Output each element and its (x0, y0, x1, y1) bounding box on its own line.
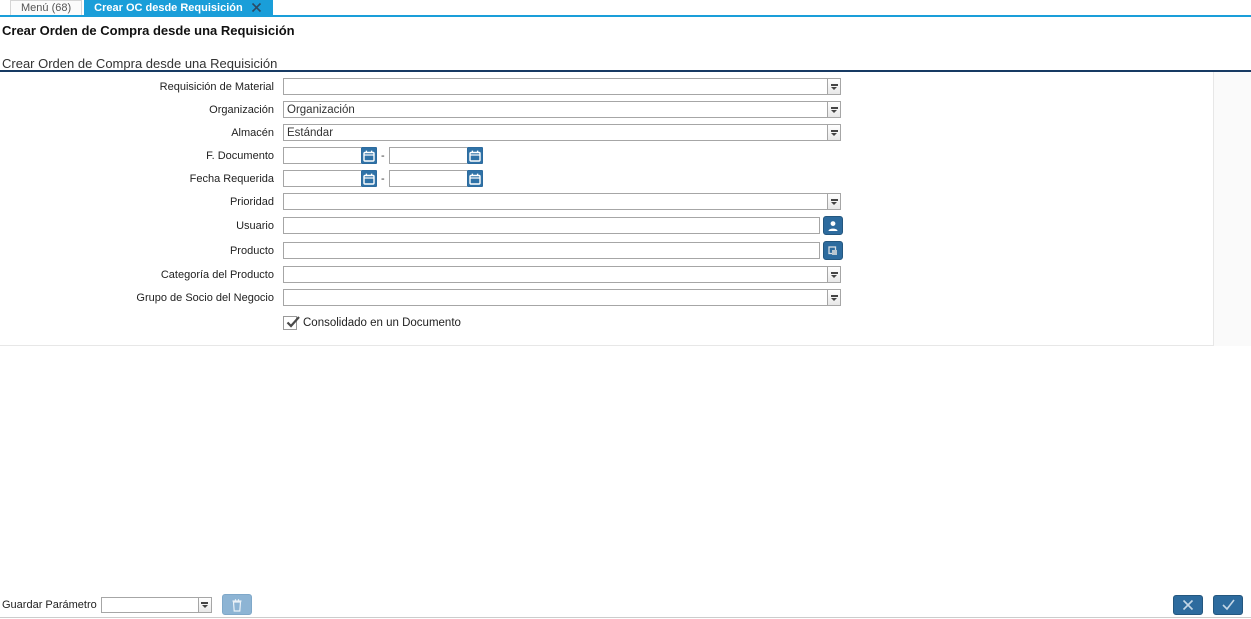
requisicion-dropdown-button[interactable] (828, 78, 841, 95)
save-parameter-label: Guardar Parámetro (2, 598, 97, 611)
date-separator: - (381, 149, 385, 162)
form-right-strip (1214, 72, 1251, 346)
fecharequerida-from-calendar-button[interactable] (361, 170, 377, 187)
trash-icon (232, 598, 242, 612)
consolidado-label: Consolidado en un Documento (303, 316, 461, 329)
field-label-categoria: Categoría del Producto (160, 268, 274, 281)
process-title: Crear Orden de Compra desde una Requisic… (2, 56, 278, 71)
tab-crear-oc[interactable]: Crear OC desde Requisición (84, 0, 273, 15)
user-icon (828, 220, 838, 231)
fdocumento-from-datefield (283, 147, 377, 164)
fecharequerida-from-input[interactable] (283, 170, 361, 187)
cancel-button[interactable] (1173, 594, 1203, 615)
field-label-organizacion: Organización (209, 103, 274, 116)
chevron-down-icon (830, 294, 838, 301)
page-title: Crear Orden de Compra desde una Requisic… (2, 23, 295, 38)
field-label-fdocumento: F. Documento (206, 149, 274, 162)
date-separator: - (381, 172, 385, 185)
grupo-socio-dropdown-button[interactable] (828, 289, 841, 306)
parameter-form: Requisición de Material Organización Alm… (0, 72, 1214, 346)
requisicion-combobox (283, 78, 841, 95)
chevron-down-icon (201, 601, 209, 608)
ok-button[interactable] (1213, 594, 1243, 615)
fecharequerida-to-datefield (388, 170, 483, 187)
usuario-search-button[interactable] (823, 216, 843, 235)
fecharequerida-to-input[interactable] (388, 170, 467, 187)
field-label-grupo-socio: Grupo de Socio del Negocio (136, 291, 274, 304)
categoria-combobox (283, 266, 841, 283)
delete-parameter-button[interactable] (221, 594, 252, 615)
form-row-prioridad: Prioridad (0, 193, 1213, 210)
form-row-fdocumento: F. Documento - (0, 147, 1213, 164)
calendar-icon (363, 173, 375, 185)
organizacion-dropdown-button[interactable] (828, 101, 841, 118)
chevron-down-icon (830, 271, 838, 278)
save-parameter-dropdown-button[interactable] (198, 596, 212, 613)
form-row-categoria: Categoría del Producto (0, 266, 1213, 283)
prioridad-input[interactable] (283, 193, 828, 210)
tab-menu-label: Menú (68) (21, 2, 72, 14)
fecharequerida-to-calendar-button[interactable] (466, 170, 483, 187)
chevron-down-icon (830, 83, 838, 90)
chevron-down-icon (830, 106, 838, 113)
tab-crear-oc-label: Crear OC desde Requisición (94, 1, 243, 14)
form-row-requisicion: Requisición de Material (0, 78, 1213, 95)
form-row-almacen: Almacén (0, 124, 1213, 141)
grupo-socio-combobox (283, 289, 841, 306)
field-label-almacen: Almacén (231, 126, 274, 139)
calendar-icon (363, 150, 375, 162)
categoria-input[interactable] (283, 266, 828, 283)
save-parameter-input[interactable] (100, 596, 199, 613)
field-label-producto: Producto (229, 244, 274, 257)
prioridad-dropdown-button[interactable] (828, 193, 841, 210)
product-icon (828, 245, 837, 255)
fdocumento-from-input[interactable] (283, 147, 361, 164)
form-row-fecharequerida: Fecha Requerida - (0, 170, 1213, 187)
almacen-combobox (283, 124, 841, 141)
requisicion-input[interactable] (283, 78, 828, 95)
form-row-consolidado: Consolidado en un Documento (0, 314, 1213, 331)
usuario-input[interactable] (283, 217, 820, 234)
categoria-dropdown-button[interactable] (828, 266, 841, 283)
almacen-dropdown-button[interactable] (828, 124, 841, 141)
footer-bar: Guardar Parámetro (0, 594, 1251, 618)
chevron-down-icon (830, 198, 838, 205)
field-label-prioridad: Prioridad (229, 195, 274, 208)
organizacion-input[interactable] (283, 101, 828, 118)
x-icon (1182, 599, 1194, 610)
form-row-producto: Producto (0, 241, 1213, 260)
tab-bar: Menú (68) Crear OC desde Requisición (0, 0, 1251, 17)
form-row-organizacion: Organización (0, 101, 1213, 118)
organizacion-combobox (283, 101, 841, 118)
field-label-requisicion: Requisición de Material (159, 80, 274, 93)
calendar-icon (468, 150, 481, 162)
fdocumento-to-calendar-button[interactable] (466, 147, 483, 164)
fdocumento-to-datefield (388, 147, 483, 164)
grupo-socio-input[interactable] (283, 289, 828, 306)
field-label-usuario: Usuario (236, 219, 274, 232)
producto-input[interactable] (283, 242, 820, 259)
almacen-input[interactable] (283, 124, 828, 141)
form-row-grupo-socio: Grupo de Socio del Negocio (0, 289, 1213, 306)
form-row-usuario: Usuario (0, 216, 1213, 235)
chevron-down-icon (830, 129, 838, 136)
save-parameter-combobox (100, 596, 212, 613)
field-label-fecharequerida: Fecha Requerida (189, 172, 274, 185)
fecharequerida-from-datefield (283, 170, 377, 187)
calendar-icon (468, 173, 481, 185)
prioridad-combobox (283, 193, 841, 210)
fdocumento-from-calendar-button[interactable] (361, 147, 377, 164)
check-icon (1221, 599, 1235, 611)
close-icon[interactable] (251, 2, 263, 14)
consolidado-checkbox[interactable] (283, 315, 300, 330)
producto-search-button[interactable] (823, 241, 843, 260)
fdocumento-to-input[interactable] (388, 147, 467, 164)
checkmark-icon (286, 315, 300, 328)
tab-menu[interactable]: Menú (68) (10, 0, 83, 15)
